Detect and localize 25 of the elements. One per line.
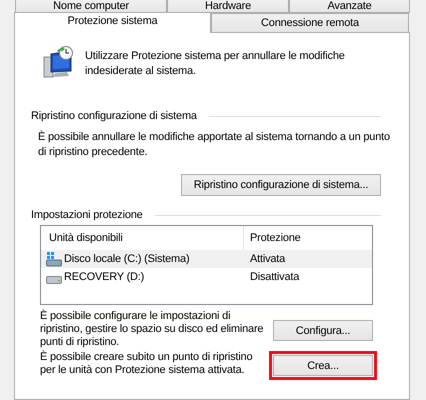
list-row[interactable]: RECOVERY (D:) Disattivata	[41, 268, 372, 286]
column-header[interactable]: Protezione	[244, 226, 372, 250]
button[interactable]: Configura...	[273, 320, 373, 341]
button[interactable]: Ripristino configurazione di sistema...	[181, 174, 381, 196]
tab[interactable]: Protezione sistema	[14, 12, 211, 33]
section-heading: Impostazioni protezione	[31, 209, 143, 221]
description-text: È possibile configurare le impostazioni di ripristino, gestire lo spazio su disco ed eliminare punti di ripristino.	[40, 310, 264, 349]
button[interactable]: Crea...	[273, 355, 373, 376]
windows-drive-icon	[46, 251, 62, 267]
section-heading: Ripristino configurazione di sistema	[31, 110, 197, 122]
drive-name: RECOVERY (D:)	[64, 271, 144, 283]
drive-list[interactable]: Unità disponibili Protezione Disco locale (C:) (Sistema) Attivata RECOVERY (D:) Disattivata	[40, 225, 373, 305]
tab[interactable]: Avanzate	[289, 0, 410, 13]
list-row[interactable]: Disco locale (C:) (Sistema) Attivata	[41, 250, 372, 268]
drive-name: Disco locale (C:) (Sistema)	[64, 253, 190, 265]
tab[interactable]: Nome computer	[15, 0, 167, 13]
description-text: Utilizzare Protezione sistema per annullare le modifiche indesiderate al sistema.	[85, 49, 346, 79]
computer-clock-icon	[43, 45, 75, 79]
drive-icon	[46, 276, 62, 284]
tab[interactable]: Connessione remota	[211, 13, 409, 32]
description-text: È possibile annullare le modifiche apportate al sistema tornando a un punto di ripristino precedente.	[38, 130, 391, 160]
protection-status: Disattivata	[250, 271, 300, 283]
tab[interactable]: Hardware	[167, 0, 289, 13]
description-text: È possibile creare subito un punto di ripristino per le unità con Protezione sistema attivata.	[40, 351, 254, 377]
protection-status: Attivata	[250, 253, 286, 265]
